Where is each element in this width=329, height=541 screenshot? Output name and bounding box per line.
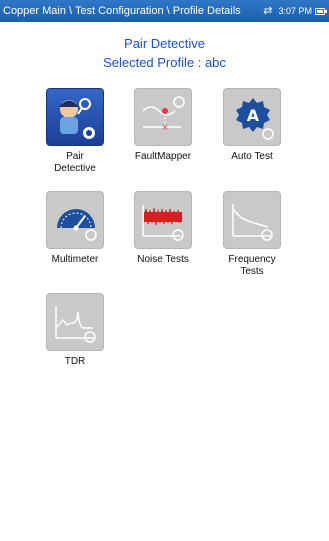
tile-noise-tests[interactable]: Noise Tests [123, 191, 203, 266]
auto-test-icon[interactable]: A [223, 88, 281, 146]
faultmapper-icon[interactable]: × [134, 88, 192, 146]
tile-label: Noise Tests [137, 254, 189, 265]
tile-label: FaultMapper [134, 151, 192, 162]
tile-frequency-tests[interactable]: Frequency Tests [212, 191, 292, 278]
tile-label: Auto Test [231, 151, 273, 162]
page-header: Pair Detective Selected Profile : abc [0, 34, 329, 72]
noise-tests-icon[interactable] [134, 191, 192, 249]
clock: 3:07 PM [278, 6, 312, 16]
frequency-tests-icon[interactable] [223, 191, 281, 249]
page-title: Pair Detective [124, 36, 205, 51]
tile-tdr[interactable]: TDR [35, 293, 115, 368]
battery-icon [315, 7, 327, 15]
selected-profile: Selected Profile : abc [103, 55, 226, 70]
status-area: ⇄ 3:07 PM [263, 0, 327, 22]
tdr-icon[interactable] [46, 293, 104, 351]
tile-label: Pair Detective [54, 151, 96, 174]
title-bar: Copper Main \ Test Configuration \ Profi… [0, 0, 329, 22]
multimeter-icon[interactable] [46, 191, 104, 249]
svg-text:A: A [247, 106, 260, 125]
tile-pair-detective[interactable]: Pair Detective [35, 88, 115, 175]
sync-icon: ⇄ [263, 5, 273, 17]
breadcrumb: Copper Main \ Test Configuration \ Profi… [3, 5, 241, 17]
tile-faultmapper[interactable]: × FaultMapper [123, 88, 203, 163]
tile-label: Frequency Tests [228, 254, 276, 277]
tile-label: Multimeter [51, 254, 99, 265]
tile-auto-test[interactable]: A Auto Test [212, 88, 292, 163]
pair-detective-icon[interactable] [46, 88, 104, 146]
svg-text:×: × [161, 123, 169, 133]
tile-label: TDR [64, 356, 86, 367]
tile-multimeter[interactable]: Multimeter [35, 191, 115, 266]
